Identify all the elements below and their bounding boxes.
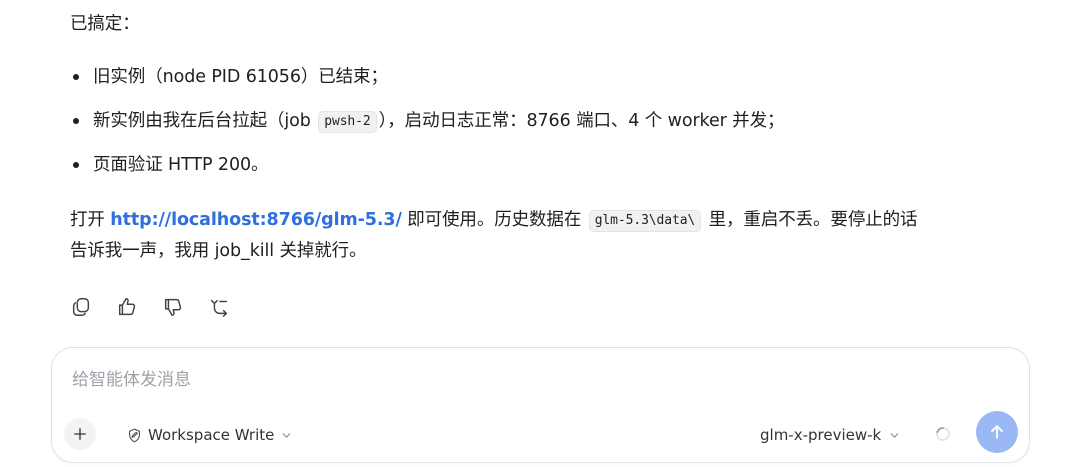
model-select[interactable]: glm-x-preview-k — [760, 424, 901, 446]
message-intro: 已搞定： — [70, 14, 140, 34]
chat-page: 已搞定： 旧实例（node PID 61056）已结束； 新实例由我在后台拉起（… — [0, 0, 1080, 467]
list-item-text: ），启动日志正常：8766 端口、4 个 worker 并发； — [378, 111, 785, 131]
arrow-up-icon — [987, 422, 1007, 442]
paragraph-text: 里，重启不丢。要停止的话 — [708, 210, 918, 230]
message-input[interactable] — [70, 364, 974, 396]
workspace-mode-select[interactable]: Workspace Write — [126, 424, 293, 446]
model-label: glm-x-preview-k — [760, 426, 882, 444]
copy-button[interactable] — [68, 296, 94, 322]
list-item: 新实例由我在后台拉起（job pwsh-2 ），启动日志正常：8766 端口、4 … — [70, 107, 784, 135]
shield-edit-icon — [126, 427, 143, 444]
paragraph-text: 告诉我一声，我用 job_kill 关掉就行。 — [70, 241, 367, 261]
send-button[interactable] — [976, 411, 1018, 453]
inline-code-data-path: glm-5.3\data\ — [588, 210, 702, 232]
list-item-text: 新实例由我在后台拉起（job — [93, 111, 311, 131]
thumbs-down-button[interactable] — [160, 296, 186, 322]
status-list: 旧实例（node PID 61056）已结束； 新实例由我在后台拉起（job p… — [70, 63, 784, 195]
list-item: 页面验证 HTTP 200。 — [70, 151, 784, 179]
inline-code-job: pwsh-2 — [318, 111, 377, 133]
message-paragraph: 打开 http://localhost:8766/glm-5.3/ 即可使用。历… — [70, 205, 1010, 267]
plus-icon — [71, 425, 89, 443]
add-attachment-button[interactable] — [64, 418, 96, 450]
list-item-text: 旧实例（node PID 61056）已结束； — [93, 67, 388, 87]
thumbs-down-icon — [162, 296, 184, 322]
thumbs-up-button[interactable] — [114, 296, 140, 322]
chevron-down-icon — [280, 429, 293, 442]
thumbs-up-icon — [116, 296, 138, 322]
message-composer: Workspace Write glm-x-preview-k — [51, 347, 1030, 463]
copy-icon — [70, 296, 92, 322]
list-item: 旧实例（node PID 61056）已结束； — [70, 63, 784, 91]
share-button[interactable] — [206, 296, 232, 322]
paragraph-text: 即可使用。历史数据在 — [407, 210, 582, 230]
list-item-text: 页面验证 HTTP 200。 — [93, 155, 269, 175]
share-icon — [208, 296, 230, 322]
message-actions — [68, 296, 252, 322]
chevron-down-icon — [888, 429, 901, 442]
workspace-mode-label: Workspace Write — [148, 426, 275, 444]
localhost-link[interactable]: http://localhost:8766/glm-5.3/ — [110, 210, 402, 230]
loading-spinner-icon — [934, 425, 952, 443]
paragraph-text: 打开 — [70, 210, 105, 230]
